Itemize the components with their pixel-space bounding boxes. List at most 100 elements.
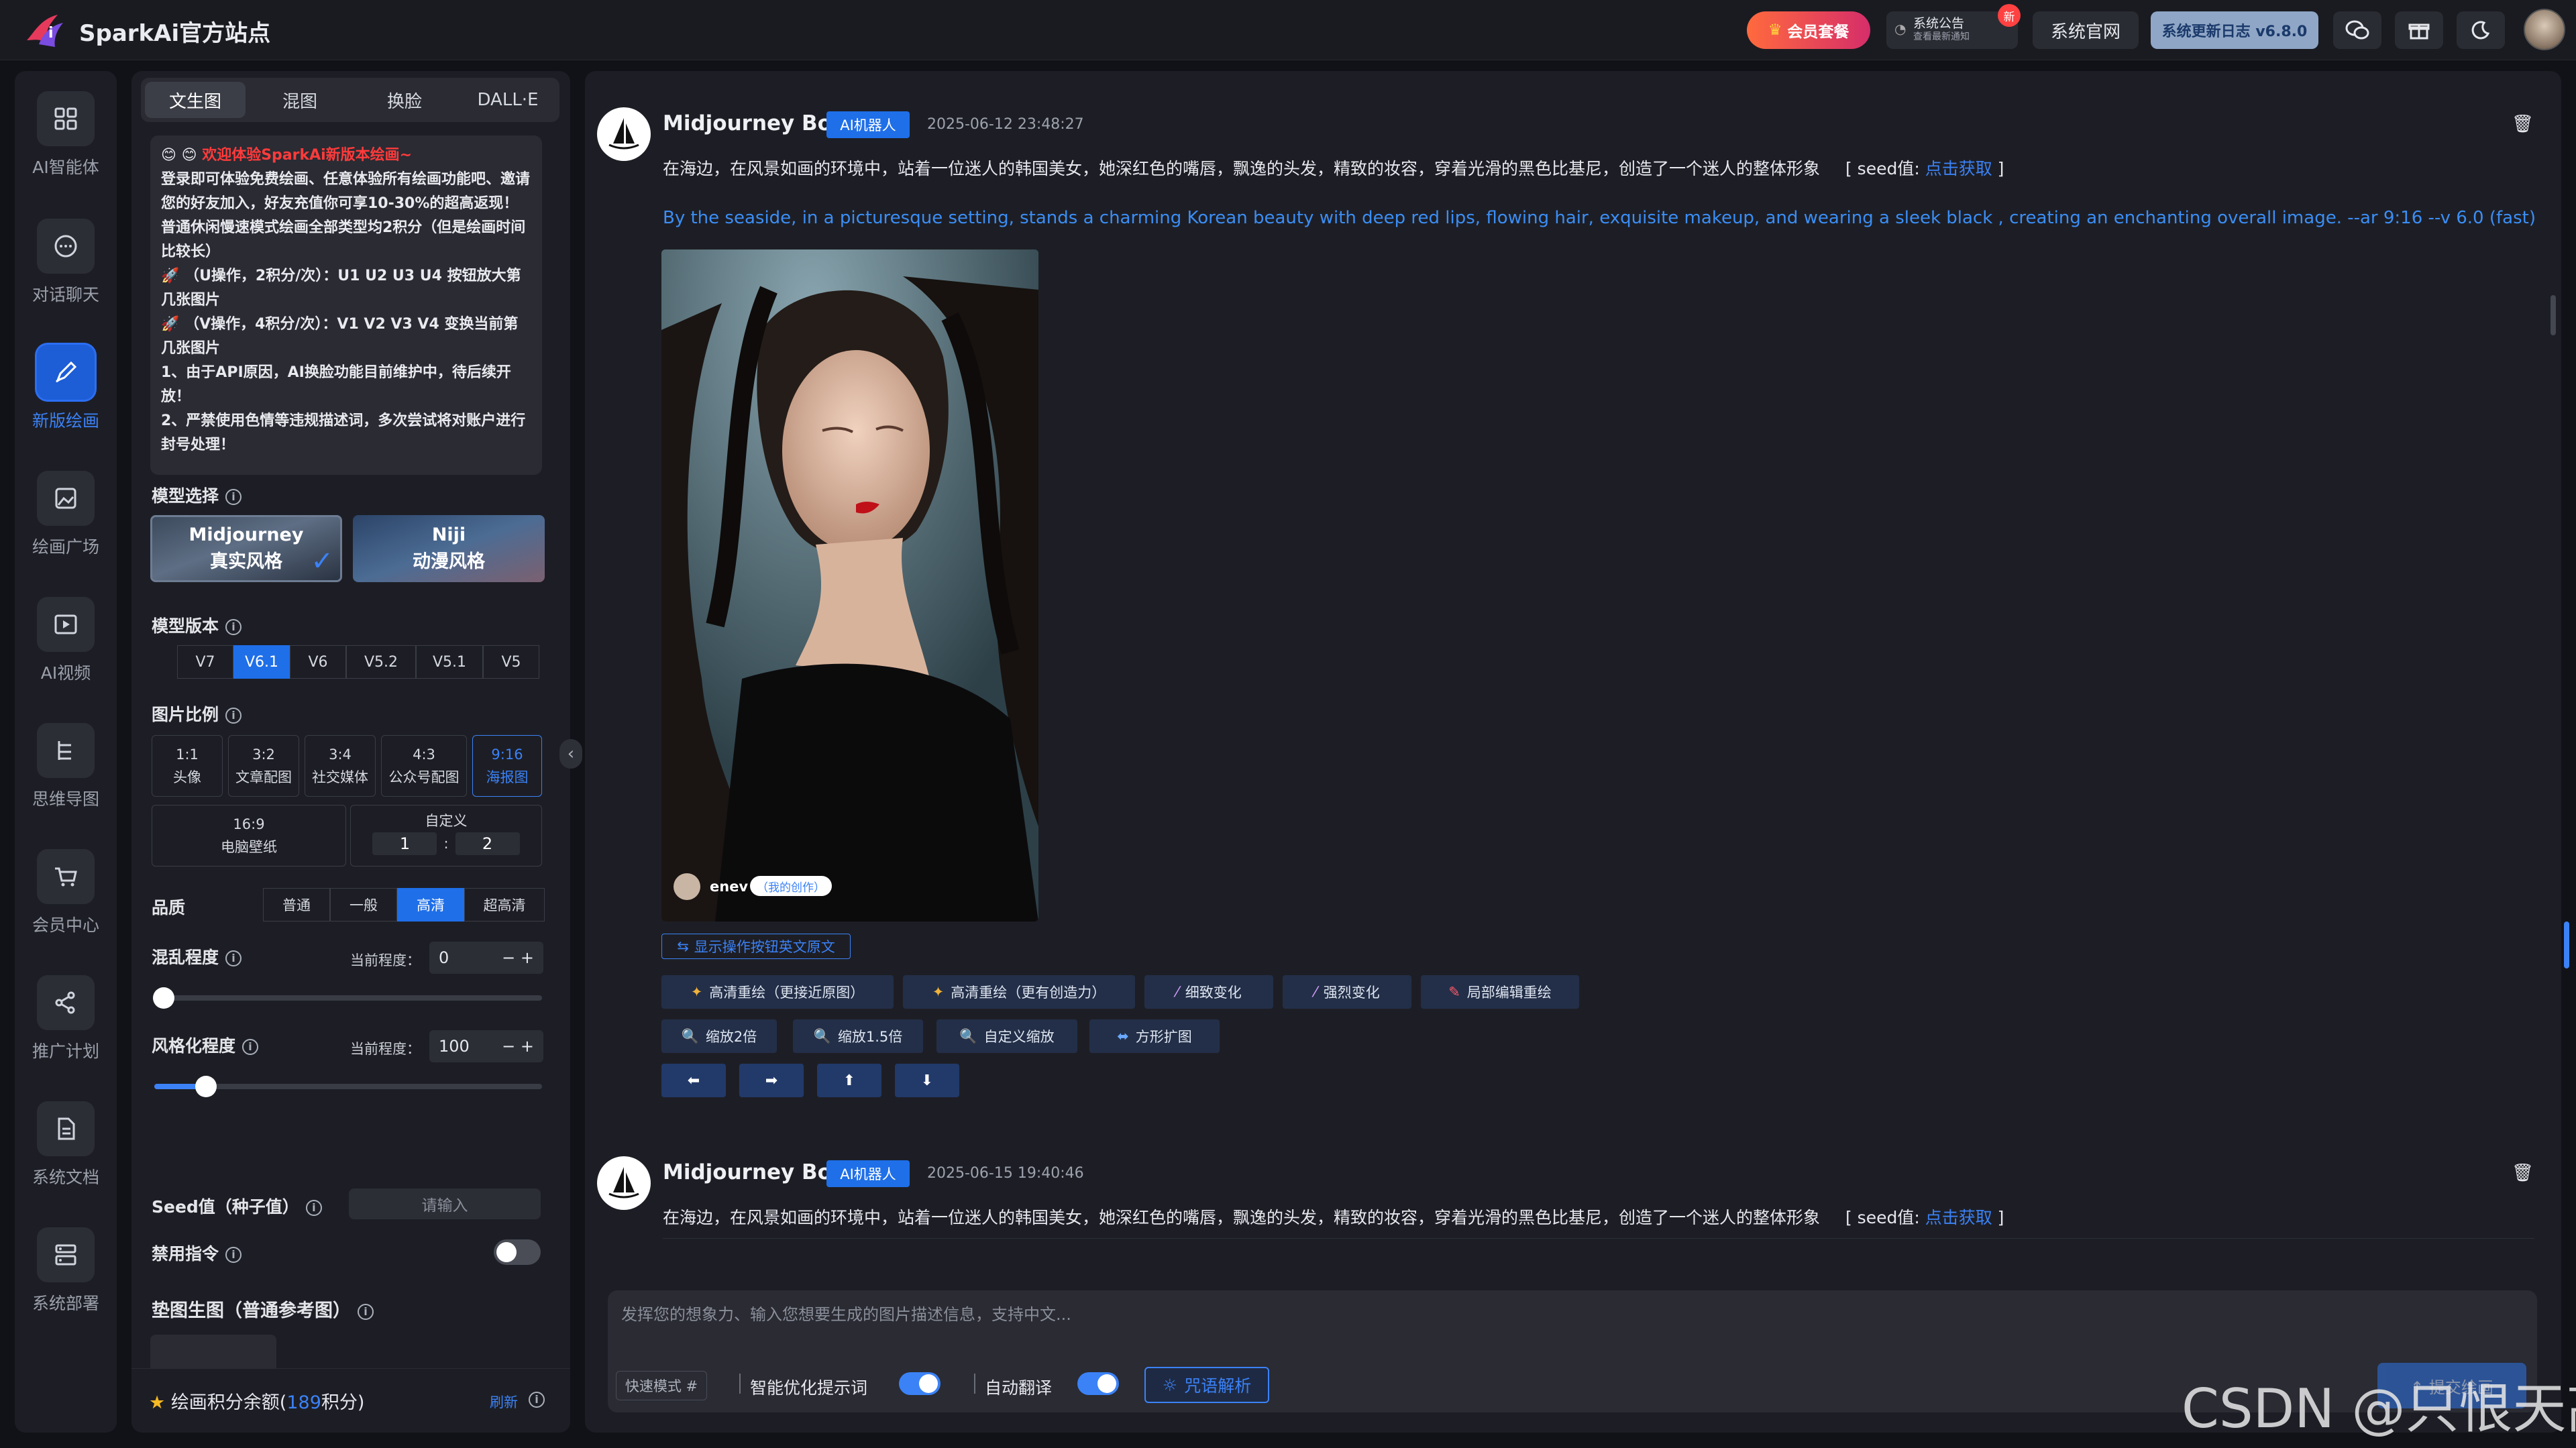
- fast-mode-button[interactable]: 快速模式 #: [616, 1371, 707, 1400]
- refresh-points-link[interactable]: 刷新: [490, 1392, 518, 1412]
- gift-icon[interactable]: [2395, 11, 2443, 49]
- version-option[interactable]: V5: [483, 645, 539, 679]
- seed-get-link[interactable]: 点击获取: [1925, 1208, 1992, 1227]
- nav-item-ai-agent[interactable]: AI智能体: [15, 71, 117, 178]
- nav-item-member-center[interactable]: 会员中心: [15, 829, 117, 936]
- pan-right-button[interactable]: ➡: [739, 1064, 804, 1097]
- version-option[interactable]: V5.1: [416, 645, 483, 679]
- seed-input[interactable]: 请输入: [349, 1188, 541, 1219]
- official-site-button[interactable]: 系统官网: [2033, 11, 2139, 49]
- moon-icon[interactable]: [2457, 11, 2505, 49]
- stylize-heading: 风格化程度 i: [152, 1033, 259, 1057]
- ratio-option[interactable]: 3:4 社交媒体: [305, 735, 376, 797]
- zoom-2x-button[interactable]: 🔍 缩放2倍: [661, 1019, 777, 1053]
- prompt-input[interactable]: 发挥您的想象力、输入您想要生成的图片描述信息，支持中文...: [621, 1301, 1071, 1325]
- nav-item-referral[interactable]: 推广计划: [15, 955, 117, 1062]
- pan-up-button[interactable]: ⬆: [817, 1064, 881, 1097]
- model-name: Midjourney: [189, 524, 304, 545]
- info-icon[interactable]: i: [225, 1247, 242, 1263]
- nav-item-new-drawing[interactable]: 新版绘画: [15, 325, 117, 432]
- ratio-option-wide[interactable]: 16:9 电脑壁纸: [152, 805, 346, 867]
- tab-text-to-image[interactable]: 文生图: [145, 82, 246, 118]
- chaos-slider-thumb[interactable]: [153, 987, 174, 1009]
- make-square-button[interactable]: ⬌ 方形扩图: [1089, 1019, 1220, 1053]
- info-icon[interactable]: i: [225, 489, 242, 505]
- show-english-actions-button[interactable]: ⇆ 显示操作按钮英文原文: [661, 934, 851, 959]
- info-icon[interactable]: i: [225, 950, 242, 966]
- tab-dalle[interactable]: DALL·E: [458, 82, 558, 118]
- nav-item-chat[interactable]: 对话聊天: [15, 199, 117, 306]
- tab-face-swap[interactable]: 换脸: [354, 82, 455, 118]
- quality-option[interactable]: 超高清: [464, 888, 545, 922]
- smart-prompt-toggle[interactable]: [899, 1372, 941, 1395]
- ratio-option[interactable]: 4:3 公众号配图: [381, 735, 467, 797]
- upscale-subtle-button[interactable]: ✦ 高清重绘（更接近原图）: [661, 975, 894, 1009]
- info-icon[interactable]: i: [225, 619, 242, 635]
- info-icon[interactable]: i: [358, 1303, 374, 1320]
- translate-icon: ⇆: [677, 938, 689, 954]
- ratio-option[interactable]: 9:16 海报图: [472, 735, 542, 797]
- upscale-creative-button[interactable]: ✦ 高清重绘（更有创造力）: [903, 975, 1135, 1009]
- custom-ratio-height-input[interactable]: 2: [455, 832, 520, 855]
- info-icon[interactable]: i: [242, 1039, 259, 1055]
- nav-item-gallery[interactable]: 绘画广场: [15, 451, 117, 558]
- nav-label: AI视频: [40, 663, 91, 683]
- model-card-niji[interactable]: Niji 动漫风格: [353, 515, 545, 582]
- wechat-icon[interactable]: [2333, 11, 2381, 49]
- nav-label: 对话聊天: [32, 285, 99, 304]
- chaos-slider-track[interactable]: [154, 995, 542, 1001]
- vary-subtle-button[interactable]: ⁄ 细致变化: [1144, 975, 1273, 1009]
- ratio-option[interactable]: 3:2 文章配图: [228, 735, 299, 797]
- collapse-panel-button[interactable]: ‹: [559, 739, 582, 769]
- ratio-option-custom[interactable]: 自定义 1 : 2: [350, 805, 542, 867]
- spell-parse-button[interactable]: ☼ 咒语解析: [1144, 1367, 1269, 1403]
- plus-icon[interactable]: +: [521, 948, 534, 967]
- minus-icon[interactable]: −: [502, 948, 515, 967]
- nav-item-ai-video[interactable]: AI视频: [15, 577, 117, 684]
- delete-icon[interactable]: 🗑: [2512, 114, 2534, 134]
- prompt-body: 在海边，在风景如画的环境中，站着一位迷人的韩国美女，她深红色的嘴唇，飘逸的头发，…: [663, 159, 1821, 178]
- nav-item-docs[interactable]: 系统文档: [15, 1081, 117, 1188]
- toggle-knob: [1097, 1374, 1116, 1393]
- zoom-1-5x-button[interactable]: 🔍 缩放1.5倍: [793, 1019, 923, 1053]
- info-icon[interactable]: i: [305, 1200, 322, 1216]
- version-option[interactable]: V6.1: [233, 645, 290, 679]
- model-card-midjourney[interactable]: Midjourney 真实风格 ✓: [150, 515, 342, 582]
- vary-region-button[interactable]: ✎ 局部编辑重绘: [1421, 975, 1579, 1009]
- quality-option[interactable]: 一般: [330, 888, 397, 922]
- plus-icon[interactable]: +: [521, 1037, 534, 1056]
- version-option[interactable]: V6: [290, 645, 346, 679]
- custom-ratio-label: 自定义: [425, 813, 468, 829]
- minus-icon[interactable]: −: [502, 1037, 515, 1056]
- quality-option[interactable]: 普通: [263, 888, 330, 922]
- ratio-option[interactable]: 1:1 头像: [152, 735, 223, 797]
- version-option[interactable]: V7: [177, 645, 233, 679]
- svg-text:i: i: [48, 25, 54, 42]
- user-avatar[interactable]: [2524, 9, 2565, 50]
- seed-get-link[interactable]: 点击获取: [1925, 159, 1992, 178]
- generated-image[interactable]: enev （我的创作）: [661, 249, 1038, 922]
- quality-option[interactable]: 高清: [397, 888, 464, 922]
- stylize-stepper[interactable]: 100 − +: [429, 1030, 543, 1062]
- stylize-slider-thumb[interactable]: [195, 1076, 217, 1097]
- chaos-stepper[interactable]: 0 − +: [429, 942, 543, 974]
- no-command-toggle[interactable]: [494, 1239, 541, 1265]
- nav-item-mindmap[interactable]: 思维导图: [15, 703, 117, 810]
- page-scroll-indicator[interactable]: [2564, 922, 2569, 968]
- pan-down-button[interactable]: ⬇: [895, 1064, 959, 1097]
- tab-blend[interactable]: 混图: [250, 82, 350, 118]
- info-icon[interactable]: i: [529, 1392, 545, 1408]
- custom-ratio-width-input[interactable]: 1: [372, 832, 437, 855]
- delete-icon[interactable]: 🗑: [2512, 1163, 2534, 1183]
- info-icon[interactable]: i: [225, 708, 242, 724]
- points-value: 189: [286, 1392, 321, 1413]
- pan-left-button[interactable]: ⬅: [661, 1064, 726, 1097]
- chat-scrollbar[interactable]: [2551, 295, 2556, 335]
- vip-plan-button[interactable]: ♛ 会员套餐: [1747, 11, 1870, 49]
- auto-translate-toggle[interactable]: [1077, 1372, 1119, 1395]
- vary-strong-button[interactable]: ⁄ 强烈变化: [1283, 975, 1411, 1009]
- custom-zoom-button[interactable]: 🔍 自定义缩放: [936, 1019, 1077, 1053]
- nav-item-deploy[interactable]: 系统部署: [15, 1207, 117, 1315]
- changelog-button[interactable]: 系统更新日志 v6.8.0: [2151, 11, 2318, 49]
- version-option[interactable]: V5.2: [346, 645, 416, 679]
